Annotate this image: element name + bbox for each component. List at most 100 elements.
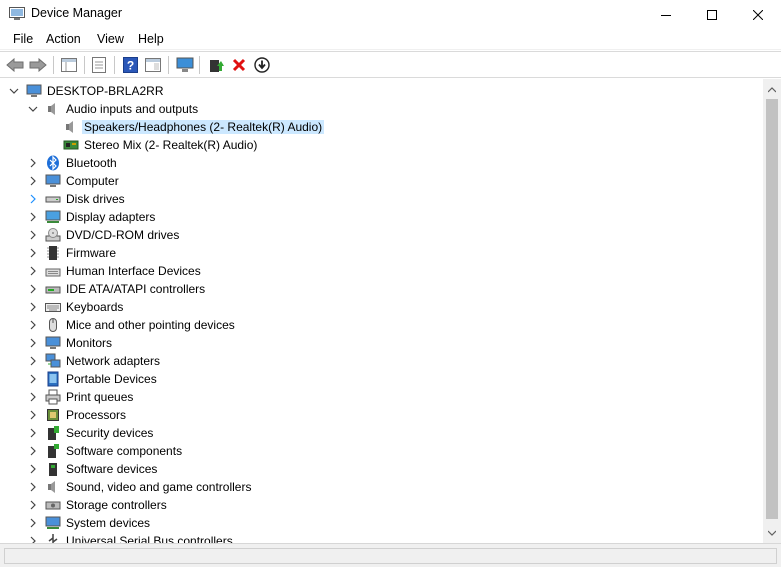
back-button[interactable]	[4, 55, 26, 75]
category-label: IDE ATA/ATAPI controllers	[66, 282, 206, 296]
scroll-up-button[interactable]	[763, 81, 781, 98]
tree-category[interactable]: Storage controllers	[0, 496, 763, 514]
menu-action[interactable]: Action	[44, 32, 83, 46]
tree-category[interactable]: Sound, video and game controllers	[0, 478, 763, 496]
category-label: Universal Serial Bus controllers	[66, 534, 233, 543]
category-label: Portable Devices	[66, 372, 157, 386]
close-button[interactable]	[735, 0, 781, 29]
expand-chevron-icon[interactable]	[27, 265, 39, 277]
tree-category[interactable]: Display adapters	[0, 208, 763, 226]
category-label: Computer	[66, 174, 119, 188]
category-label: Keyboards	[66, 300, 124, 314]
tree-category[interactable]: Mice and other pointing devices	[0, 316, 763, 334]
expand-chevron-icon[interactable]	[27, 211, 39, 223]
expand-chevron-icon[interactable]	[27, 319, 39, 331]
download-circle-icon	[254, 57, 270, 73]
minimize-button[interactable]	[643, 0, 689, 29]
bluetooth-icon	[47, 155, 59, 171]
expand-chevron-icon[interactable]	[27, 283, 39, 295]
tree-category[interactable]: System devices	[0, 514, 763, 532]
category-label: DVD/CD-ROM drives	[66, 228, 180, 242]
tree-category[interactable]: Monitors	[0, 334, 763, 352]
tree-category[interactable]: Security devices	[0, 424, 763, 442]
tree-category[interactable]: Computer	[0, 172, 763, 190]
ide-controller-icon	[45, 286, 61, 294]
tree-root[interactable]: DESKTOP-BRLA2RR	[0, 82, 763, 100]
expand-chevron-icon[interactable]	[27, 301, 39, 313]
expand-chevron-icon[interactable]	[27, 229, 39, 241]
properties-button[interactable]	[88, 55, 110, 75]
tree-category[interactable]: Universal Serial Bus controllers	[0, 532, 763, 543]
menu-file[interactable]: File	[11, 32, 35, 46]
expand-chevron-icon[interactable]	[27, 499, 39, 511]
category-label: Display adapters	[66, 210, 156, 224]
category-label: Disk drives	[66, 192, 125, 206]
expand-chevron-icon[interactable]	[27, 517, 39, 529]
tree-category[interactable]: Human Interface Devices	[0, 262, 763, 280]
category-label: Monitors	[66, 336, 113, 350]
category-label: Human Interface Devices	[66, 264, 201, 278]
expand-chevron-icon[interactable]	[27, 247, 39, 259]
expand-chevron-icon[interactable]	[27, 355, 39, 367]
menu-bar: File Action View Help	[0, 29, 781, 50]
scrollbar-thumb[interactable]	[766, 99, 778, 519]
tree-category[interactable]: Firmware	[0, 244, 763, 262]
scroll-down-button[interactable]	[763, 524, 781, 541]
tree-category-audio[interactable]: Audio inputs and outputs	[0, 100, 763, 118]
software-device-icon	[49, 463, 57, 476]
disable-device-button[interactable]	[251, 55, 273, 75]
device-tree: DESKTOP-BRLA2RR Audio inputs and outputs…	[0, 79, 763, 543]
tree-category[interactable]: DVD/CD-ROM drives	[0, 226, 763, 244]
update-driver-icon	[210, 60, 224, 72]
expand-chevron-icon[interactable]	[27, 157, 39, 169]
speaker-icon	[48, 481, 55, 493]
expand-chevron-icon[interactable]	[27, 409, 39, 421]
expand-chevron-icon[interactable]	[27, 373, 39, 385]
maximize-button[interactable]	[689, 0, 735, 29]
category-label: Network adapters	[66, 354, 161, 368]
expand-chevron-icon[interactable]	[27, 445, 39, 457]
display-adapter-icon	[45, 210, 61, 223]
menu-help[interactable]: Help	[136, 32, 166, 46]
maximize-icon	[707, 9, 717, 20]
scan-hardware-button[interactable]	[174, 55, 196, 75]
back-arrow-icon	[6, 58, 24, 72]
action-pane-button[interactable]	[142, 55, 164, 75]
window-title: Device Manager	[31, 6, 123, 20]
tree-category[interactable]: Processors	[0, 406, 763, 424]
help-icon: ?	[122, 57, 138, 73]
expand-chevron-icon[interactable]	[27, 337, 39, 349]
expand-chevron-icon[interactable]	[27, 193, 39, 205]
expand-chevron-icon[interactable]	[27, 463, 39, 475]
keyboard-icon	[45, 303, 61, 312]
portable-device-icon	[47, 371, 59, 387]
tree-device-stereo-mix[interactable]: Stereo Mix (2- Realtek(R) Audio)	[0, 136, 763, 154]
show-hide-console-tree-button[interactable]	[58, 55, 80, 75]
collapse-chevron-icon[interactable]	[8, 85, 20, 97]
dvd-drive-icon	[45, 228, 61, 242]
tree-category[interactable]: Disk drives	[0, 190, 763, 208]
expand-chevron-icon[interactable]	[27, 175, 39, 187]
tree-category[interactable]: Bluetooth	[0, 154, 763, 172]
vertical-scrollbar[interactable]	[763, 79, 781, 543]
tree-device-speakers[interactable]: Speakers/Headphones (2- Realtek(R) Audio…	[0, 118, 763, 136]
help-button[interactable]: ?	[119, 55, 141, 75]
action-pane-icon	[145, 58, 161, 72]
tree-category[interactable]: Keyboards	[0, 298, 763, 316]
update-driver-button[interactable]	[205, 55, 227, 75]
expand-chevron-icon[interactable]	[27, 427, 39, 439]
tree-category[interactable]: Software components	[0, 442, 763, 460]
collapse-chevron-icon[interactable]	[27, 103, 39, 115]
tree-category[interactable]: Portable Devices	[0, 370, 763, 388]
menu-view[interactable]: View	[95, 32, 126, 46]
uninstall-device-button[interactable]	[228, 55, 250, 75]
tree-category[interactable]: Network adapters	[0, 352, 763, 370]
tree-category[interactable]: Software devices	[0, 460, 763, 478]
expand-chevron-icon[interactable]	[27, 391, 39, 403]
tree-category[interactable]: IDE ATA/ATAPI controllers	[0, 280, 763, 298]
expand-chevron-icon[interactable]	[27, 481, 39, 493]
category-label: Mice and other pointing devices	[66, 318, 235, 332]
tree-category[interactable]: Print queues	[0, 388, 763, 406]
expand-chevron-icon[interactable]	[27, 535, 39, 543]
forward-button[interactable]	[27, 55, 49, 75]
